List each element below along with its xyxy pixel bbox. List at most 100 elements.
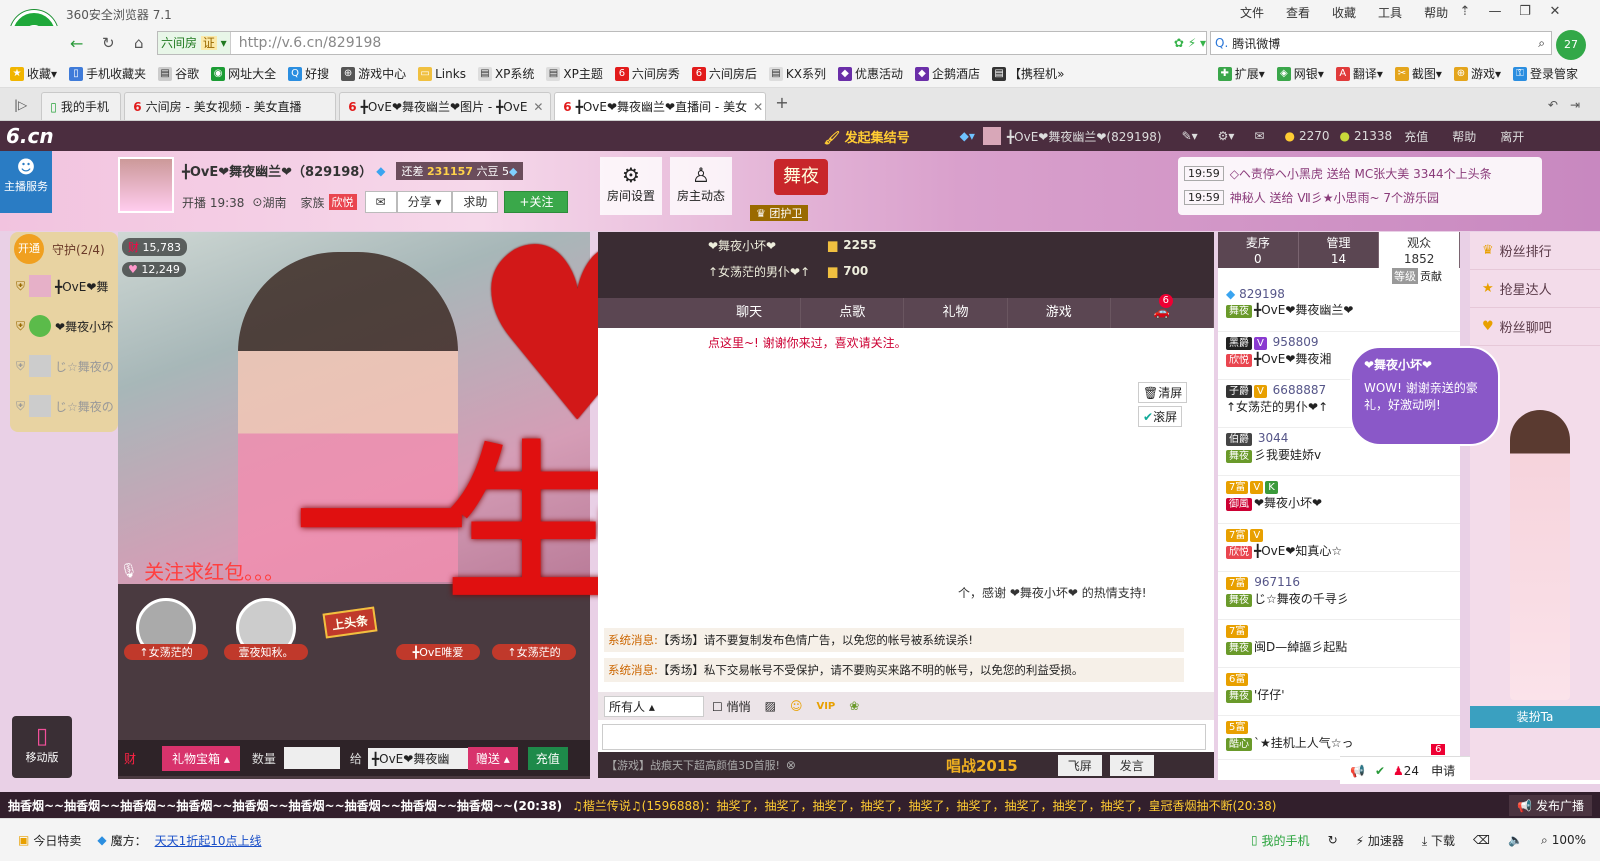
podium-user[interactable]: ↑女荡茫的	[492, 644, 576, 660]
tab-gifts[interactable]: 礼物	[904, 298, 1008, 328]
rank-name[interactable]: ↑女荡茫的男仆❤↑	[708, 263, 828, 280]
recharge-button[interactable]: 充值	[527, 746, 568, 770]
share-button[interactable]: 分享 ▾	[396, 191, 453, 213]
bookmark-kx[interactable]: ▤ KX系列	[768, 65, 826, 82]
menu-help[interactable]: 帮助	[1424, 4, 1448, 21]
bookmark-6room-back[interactable]: 6 六间房后	[691, 65, 757, 82]
guard-member[interactable]: ⛨ じ☆舞夜の	[10, 346, 118, 386]
maximize-icon[interactable]: ❐	[1510, 2, 1540, 22]
rank-name[interactable]: ❤舞夜小坏❤	[708, 237, 828, 254]
megaphone-icon[interactable]: 📢	[1350, 764, 1365, 778]
zoom-icon[interactable]: ⌕	[1541, 833, 1548, 848]
pin-icon[interactable]: ⇡	[1450, 2, 1480, 22]
tab-live-room[interactable]: 6 ╋OvE❤舞夜幽兰❤直播间 - 美女 ✕	[554, 92, 767, 120]
qty-input[interactable]	[283, 747, 340, 769]
bookmark-google[interactable]: ▤ 谷歌	[158, 65, 199, 82]
podium-user[interactable]: ╋OvE唯爱	[396, 644, 480, 660]
fan-chat[interactable]: ♥ 粉丝聊吧	[1470, 308, 1600, 346]
list-item[interactable]: 7富 V K 御風 ❤舞夜小坏❤	[1218, 476, 1460, 524]
menu-favorites[interactable]: 收藏	[1332, 4, 1356, 21]
tab-host-photos[interactable]: 6 ╋OvE❤舞夜幽兰❤图片 - ╋OvE ✕	[339, 92, 552, 120]
tab-audience[interactable]: 观众 1852	[1379, 232, 1461, 268]
family-badge[interactable]: 欣悦	[328, 194, 357, 210]
my-phone[interactable]: 我的手机	[1262, 832, 1310, 849]
group-badge[interactable]: 舞夜	[774, 159, 828, 195]
sync-icon[interactable]: ↻	[1328, 833, 1338, 847]
image-icon[interactable]: ▨	[765, 699, 776, 713]
list-item[interactable]: 7富 V 欣悦 ╋OvE❤知真心☆	[1218, 524, 1460, 572]
game-ad[interactable]: 【游戏】战痕天下超高颜值3D首服!	[606, 757, 780, 773]
whisper-checkbox[interactable]: ☐ 悄悄	[712, 698, 751, 715]
bookmark-hotel[interactable]: ◆ 企鹅酒店	[915, 65, 980, 82]
user-avatar[interactable]	[982, 127, 1001, 145]
podium-user[interactable]: 壹夜知秋。	[224, 644, 308, 660]
fly-screen-button[interactable]: 飞屏	[1057, 754, 1102, 776]
tab-list-icon[interactable]: ⇥	[1570, 98, 1580, 112]
tab-managers[interactable]: 管理 14	[1298, 232, 1380, 268]
ext-login-manager[interactable]: ⚿ 登录管家	[1512, 65, 1578, 82]
tab-6room-home[interactable]: 6 六间房 - 美女视频 - 美女直播	[124, 92, 337, 120]
guard-member[interactable]: ⛨ じ☆舞夜の	[10, 386, 118, 426]
bookmark-xp-theme[interactable]: ▤ XP主题	[546, 65, 603, 82]
close-icon[interactable]: ✕	[1540, 2, 1570, 22]
tab-songs[interactable]: 点歌	[801, 298, 905, 328]
guard-member[interactable]: ⛨ ❤舞夜小坏	[10, 306, 118, 346]
bookmark-games[interactable]: ⊕ 游戏中心	[341, 65, 406, 82]
today-sale[interactable]: 今日特卖	[33, 832, 81, 849]
check-circle-icon[interactable]: ✔	[1375, 764, 1385, 778]
ext-bank[interactable]: ◈ 网银 ▾	[1276, 65, 1324, 82]
publish-broadcast-button[interactable]: 📢 发布广播	[1509, 794, 1592, 816]
bookmark-xp-system[interactable]: ▤ XP系统	[477, 65, 534, 82]
bookmark-ctrip[interactable]: ▤ 【携程机 »	[992, 65, 1064, 82]
autoscroll-toggle[interactable]: ✔滚屏	[1138, 406, 1183, 427]
ext-translate[interactable]: A 翻译 ▾	[1335, 65, 1383, 82]
bookmark-6room-show[interactable]: 6 六间房秀	[614, 65, 680, 82]
sort-level[interactable]: 等级	[1392, 268, 1418, 284]
host-service-button[interactable]: ☻ 主播服务	[0, 151, 52, 213]
tab-car[interactable]: 🚗 6	[1111, 294, 1215, 328]
bookmark-mobile[interactable]: ▯ 手机收藏夹	[69, 65, 146, 82]
bookmark-favorites[interactable]: ★ 收藏 ▾	[10, 65, 57, 82]
bookmark-hao[interactable]: ◉ 网址大全	[211, 65, 276, 82]
apply-button[interactable]: 申请 6	[1431, 744, 1455, 779]
back-icon[interactable]: ←	[70, 34, 83, 53]
settings-icon[interactable]: ⚙▾	[1218, 129, 1235, 143]
mute-icon[interactable]: 🔈	[1508, 833, 1523, 847]
host-avatar[interactable]	[118, 157, 174, 213]
ext-extensions[interactable]: ✚ 扩展 ▾	[1217, 65, 1265, 82]
new-tab-icon[interactable]: +	[775, 93, 788, 112]
menu-tools[interactable]: 工具	[1378, 4, 1402, 21]
restore-tab-icon[interactable]: ↶	[1548, 98, 1558, 112]
download[interactable]: ⤓ 下载	[1422, 832, 1455, 849]
ext-screenshot[interactable]: ✂ 截图 ▾	[1394, 65, 1442, 82]
search-icon[interactable]: ⌕	[1538, 36, 1551, 51]
bookmark-links[interactable]: ▭ Links	[418, 66, 466, 81]
close-tab-icon[interactable]: ✕	[533, 100, 543, 114]
recipient-select[interactable]: ╋OvE❤舞夜幽	[367, 747, 468, 769]
emoji-icon[interactable]: ☺	[790, 699, 803, 713]
battle-logo[interactable]: 唱战2015	[946, 755, 1018, 776]
help-link[interactable]: 帮助	[1452, 128, 1476, 145]
recipient-dropdown[interactable]: 所有人 ▴	[604, 695, 704, 717]
chat-input[interactable]	[602, 724, 1206, 750]
leave-link[interactable]: 离开	[1500, 128, 1524, 145]
dress-up-button[interactable]: 装扮Ta	[1470, 706, 1600, 728]
site-logo[interactable]: 6.cn	[6, 124, 54, 148]
group-guard[interactable]: ♛ 团护卫	[750, 205, 809, 221]
user-avatar-badge[interactable]: 27	[1556, 30, 1586, 60]
fan-ranking[interactable]: ♛ 粉丝排行	[1470, 232, 1600, 270]
minimize-icon[interactable]: —	[1480, 2, 1510, 22]
list-item[interactable]: 7富 967116 舞夜 じ☆舞夜の千寻彡	[1218, 572, 1460, 620]
menu-file[interactable]: 文件	[1240, 4, 1264, 21]
message-button[interactable]: ✉	[364, 191, 397, 213]
tab-mic-queue[interactable]: 麦序 0	[1218, 232, 1299, 268]
vip-icon[interactable]: VIP	[816, 701, 835, 712]
podium-user[interactable]: ↑女荡茫的	[124, 644, 208, 660]
list-item[interactable]: 5富 酷心 `★挂机上人气☆っ	[1218, 716, 1460, 760]
url-field[interactable]: http://v.6.cn/829198	[231, 35, 382, 51]
list-item[interactable]: 7富 舞夜 闽D—綽謳彡起點	[1218, 620, 1460, 668]
tab-games[interactable]: 游戏	[1008, 298, 1111, 328]
menu-view[interactable]: 查看	[1286, 4, 1310, 21]
gift-box-button[interactable]: 礼物宝箱 ▴	[162, 745, 240, 771]
ext-games[interactable]: ⊕ 游戏 ▾	[1453, 65, 1501, 82]
